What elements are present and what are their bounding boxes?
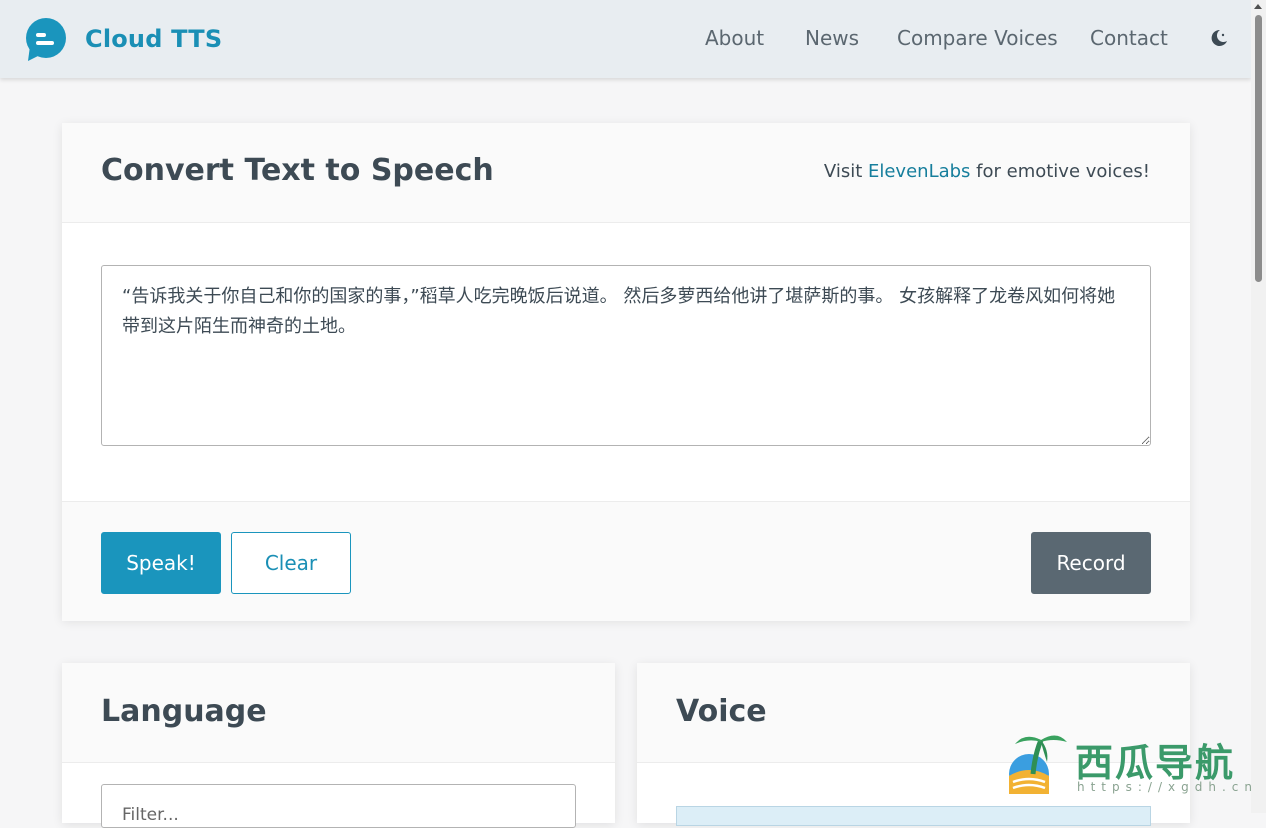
voice-title: Voice [676,694,767,729]
record-button[interactable]: Record [1031,532,1151,594]
nav-link-compare-voices[interactable]: Compare Voices [897,26,1058,50]
top-navbar: Cloud TTS About News Compare Voices Cont… [0,0,1251,78]
brand[interactable]: Cloud TTS [24,16,222,62]
scroll-up-arrow-icon[interactable] [1254,4,1262,9]
chat-bubble-icon [26,18,66,61]
language-card: Language [62,663,615,828]
nav-link-contact[interactable]: Contact [1090,26,1168,50]
page-scrollbar[interactable] [1251,0,1266,813]
watermark-title: 西瓜导航 [1075,741,1236,785]
brand-name: Cloud TTS [85,25,223,53]
clear-button[interactable]: Clear [231,532,351,594]
language-card-header: Language [62,663,615,763]
speak-button[interactable]: Speak! [101,532,221,594]
nav-link-about[interactable]: About [705,26,764,50]
palm-island-logo-icon [1009,735,1067,794]
scroll-thumb[interactable] [1255,15,1262,282]
tts-card-footer: Speak! Clear Record [62,501,1190,621]
elevenlabs-promo: Visit ElevenLabs for emotive voices! [823,161,1150,182]
page-title: Convert Text to Speech [101,153,494,188]
tts-card: Convert Text to Speech Visit ElevenLabs … [62,123,1190,621]
nav-link-news[interactable]: News [805,26,859,50]
elevenlabs-link[interactable]: ElevenLabs [868,161,970,182]
tts-card-header: Convert Text to Speech Visit ElevenLabs … [62,123,1190,223]
watermark-url: https://xgdh.cn [1077,780,1258,794]
voice-list[interactable] [676,806,1151,826]
text-input[interactable]: “告诉我关于你自己和你的国家的事，”稻草人吃完晚饭后说道。 然后多萝西给他讲了堪… [101,265,1151,446]
watermark: 西瓜导航 https://xgdh.cn [1005,728,1252,802]
language-filter-input[interactable] [101,784,576,828]
language-title: Language [101,694,267,729]
moon-icon[interactable] [1209,28,1229,48]
